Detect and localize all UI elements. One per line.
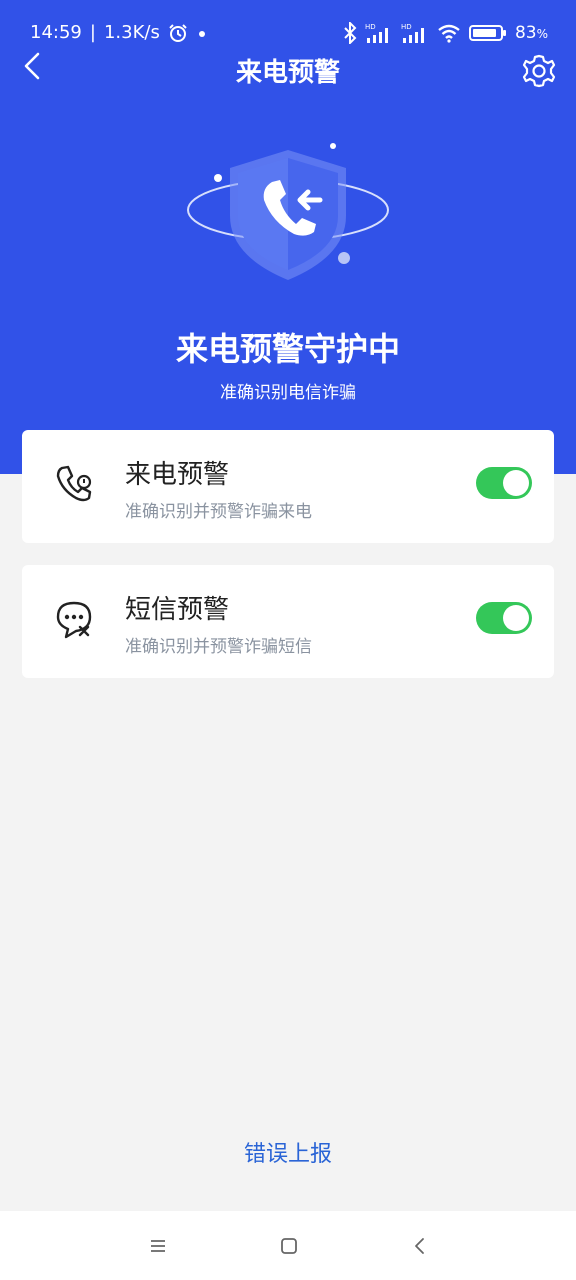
call-warning-title: 来电预警 — [125, 460, 230, 490]
battery-icon — [468, 25, 506, 41]
hero-subtitle: 准确识别电信诈骗 — [220, 383, 356, 403]
notification-icon — [198, 30, 205, 37]
sms-warning-toggle[interactable] — [476, 602, 532, 634]
recent-apps-button[interactable] — [144, 1233, 172, 1259]
sms-warning-desc: 准确识别并预警诈骗短信 — [125, 637, 312, 657]
error-report-link[interactable]: 错误上报 — [0, 1136, 576, 1168]
chevron-left-icon — [415, 1238, 424, 1254]
message-x-icon — [52, 597, 96, 641]
status-network-speed: 1.3K/s — [103, 22, 160, 43]
settings-button[interactable] — [520, 52, 558, 90]
svg-text:HD: HD — [401, 23, 412, 31]
shield-phone-icon — [187, 143, 389, 280]
system-back-button[interactable] — [406, 1233, 434, 1259]
gear-icon — [522, 54, 556, 88]
alarm-icon — [169, 23, 187, 42]
toggle-knob — [503, 605, 529, 631]
bluetooth-icon — [344, 22, 357, 44]
sms-warning-card: 短信预警 准确识别并预警诈骗短信 — [22, 565, 554, 678]
phone-shield-icon — [52, 462, 96, 506]
page-title: 来电预警 — [235, 58, 340, 88]
svg-text:HD: HD — [365, 23, 376, 31]
signal-hd-icon-2: HD — [401, 23, 424, 43]
signal-hd-icon: HD — [365, 23, 388, 43]
status-separator: | — [89, 22, 96, 43]
square-icon — [281, 1238, 297, 1254]
call-warning-desc: 准确识别并预警诈骗来电 — [125, 502, 312, 522]
wifi-icon — [438, 24, 460, 43]
status-time: 14:59 — [30, 22, 82, 43]
system-nav-bar — [0, 1211, 576, 1280]
home-button[interactable] — [275, 1233, 303, 1259]
hero-title: 来电预警守护中 — [175, 330, 400, 368]
sms-warning-title: 短信预警 — [125, 595, 230, 625]
call-warning-toggle[interactable] — [476, 467, 532, 499]
battery-percentage: 83% — [514, 23, 548, 43]
call-warning-card: 来电预警 准确识别并预警诈骗来电 — [22, 430, 554, 543]
menu-icon — [151, 1240, 165, 1252]
toggle-knob — [503, 470, 529, 496]
shield-illustration — [180, 138, 396, 288]
